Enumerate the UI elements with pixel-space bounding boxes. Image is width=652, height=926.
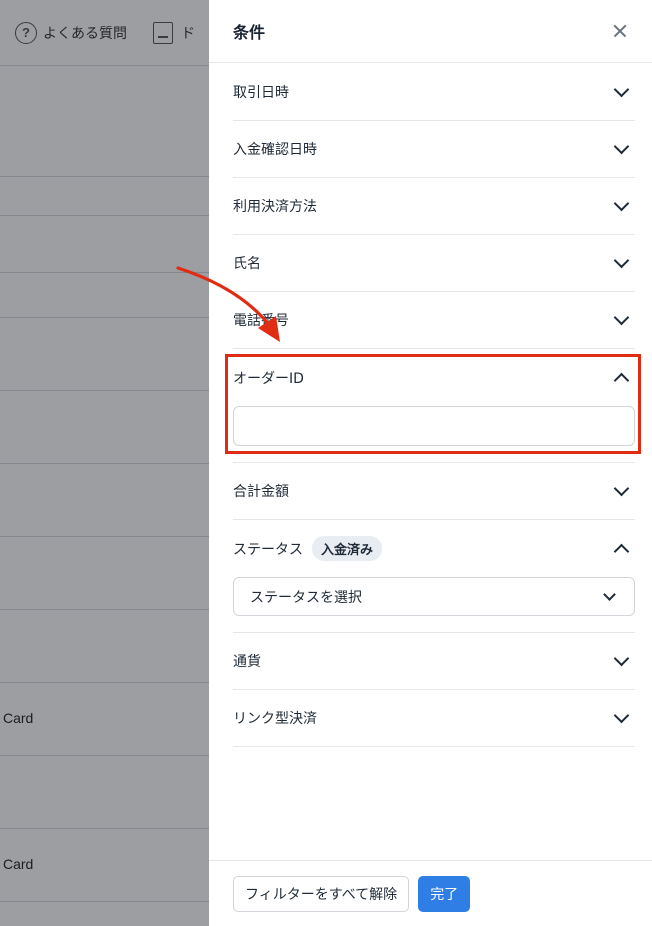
- chevron-down-icon: [603, 587, 616, 601]
- chevron-up-icon: [613, 372, 630, 388]
- filter-label: リンク型決済: [233, 711, 317, 727]
- filter-phone[interactable]: 電話番号: [233, 292, 635, 349]
- chevron-down-icon: [613, 252, 630, 269]
- filter-label: 入金確認日時: [233, 142, 317, 158]
- drawer-footer: フィルターをすべて解除 完了: [209, 860, 652, 926]
- status-select-value: ステータスを選択: [250, 589, 362, 606]
- filter-label: 電話番号: [233, 313, 289, 329]
- filter-transaction-date[interactable]: 取引日時: [233, 64, 635, 121]
- filter-label: 通貨: [233, 654, 261, 670]
- filter-payment-confirm-date[interactable]: 入金確認日時: [233, 121, 635, 178]
- chevron-down-icon: [613, 650, 630, 667]
- drawer-header: 条件: [209, 0, 652, 63]
- order-id-input[interactable]: [233, 406, 635, 446]
- chevron-down-icon: [613, 81, 630, 98]
- chevron-up-icon: [613, 543, 630, 559]
- clear-filters-button[interactable]: フィルターをすべて解除: [233, 875, 410, 912]
- status-label: ステータス: [233, 541, 303, 558]
- filter-drawer: 条件 取引日時 入金確認日時 利用決済方法 氏名 電話番号 オーダーID 合計金…: [209, 0, 652, 926]
- chevron-down-icon: [613, 138, 630, 155]
- filter-label: ステータス 入金済み: [233, 536, 383, 561]
- filter-label: 利用決済方法: [233, 199, 317, 215]
- chevron-down-icon: [613, 480, 630, 497]
- filter-currency[interactable]: 通貨: [233, 633, 635, 690]
- order-id-header[interactable]: オーダーID: [233, 349, 635, 406]
- chevron-down-icon: [613, 309, 630, 326]
- filter-label: オーダーID: [233, 370, 304, 387]
- filter-status: ステータス 入金済み ステータスを選択: [233, 520, 635, 633]
- filter-payment-method[interactable]: 利用決済方法: [233, 178, 635, 235]
- close-icon[interactable]: [610, 21, 630, 41]
- filter-list: 取引日時 入金確認日時 利用決済方法 氏名 電話番号 オーダーID 合計金額 ス…: [233, 64, 635, 747]
- filter-label: 氏名: [233, 256, 261, 272]
- done-button[interactable]: 完了: [418, 875, 471, 912]
- filter-label: 取引日時: [233, 85, 289, 101]
- filter-total-amount[interactable]: 合計金額: [233, 463, 635, 520]
- chevron-down-icon: [613, 707, 630, 724]
- status-badge: 入金済み: [312, 536, 383, 561]
- drawer-title: 条件: [233, 23, 266, 42]
- filter-link-payment[interactable]: リンク型決済: [233, 690, 635, 747]
- chevron-down-icon: [613, 195, 630, 212]
- status-header[interactable]: ステータス 入金済み: [233, 520, 635, 577]
- filter-order-id: オーダーID: [233, 349, 635, 463]
- filter-name[interactable]: 氏名: [233, 235, 635, 292]
- status-select[interactable]: ステータスを選択: [233, 577, 635, 616]
- filter-label: 合計金額: [233, 484, 289, 500]
